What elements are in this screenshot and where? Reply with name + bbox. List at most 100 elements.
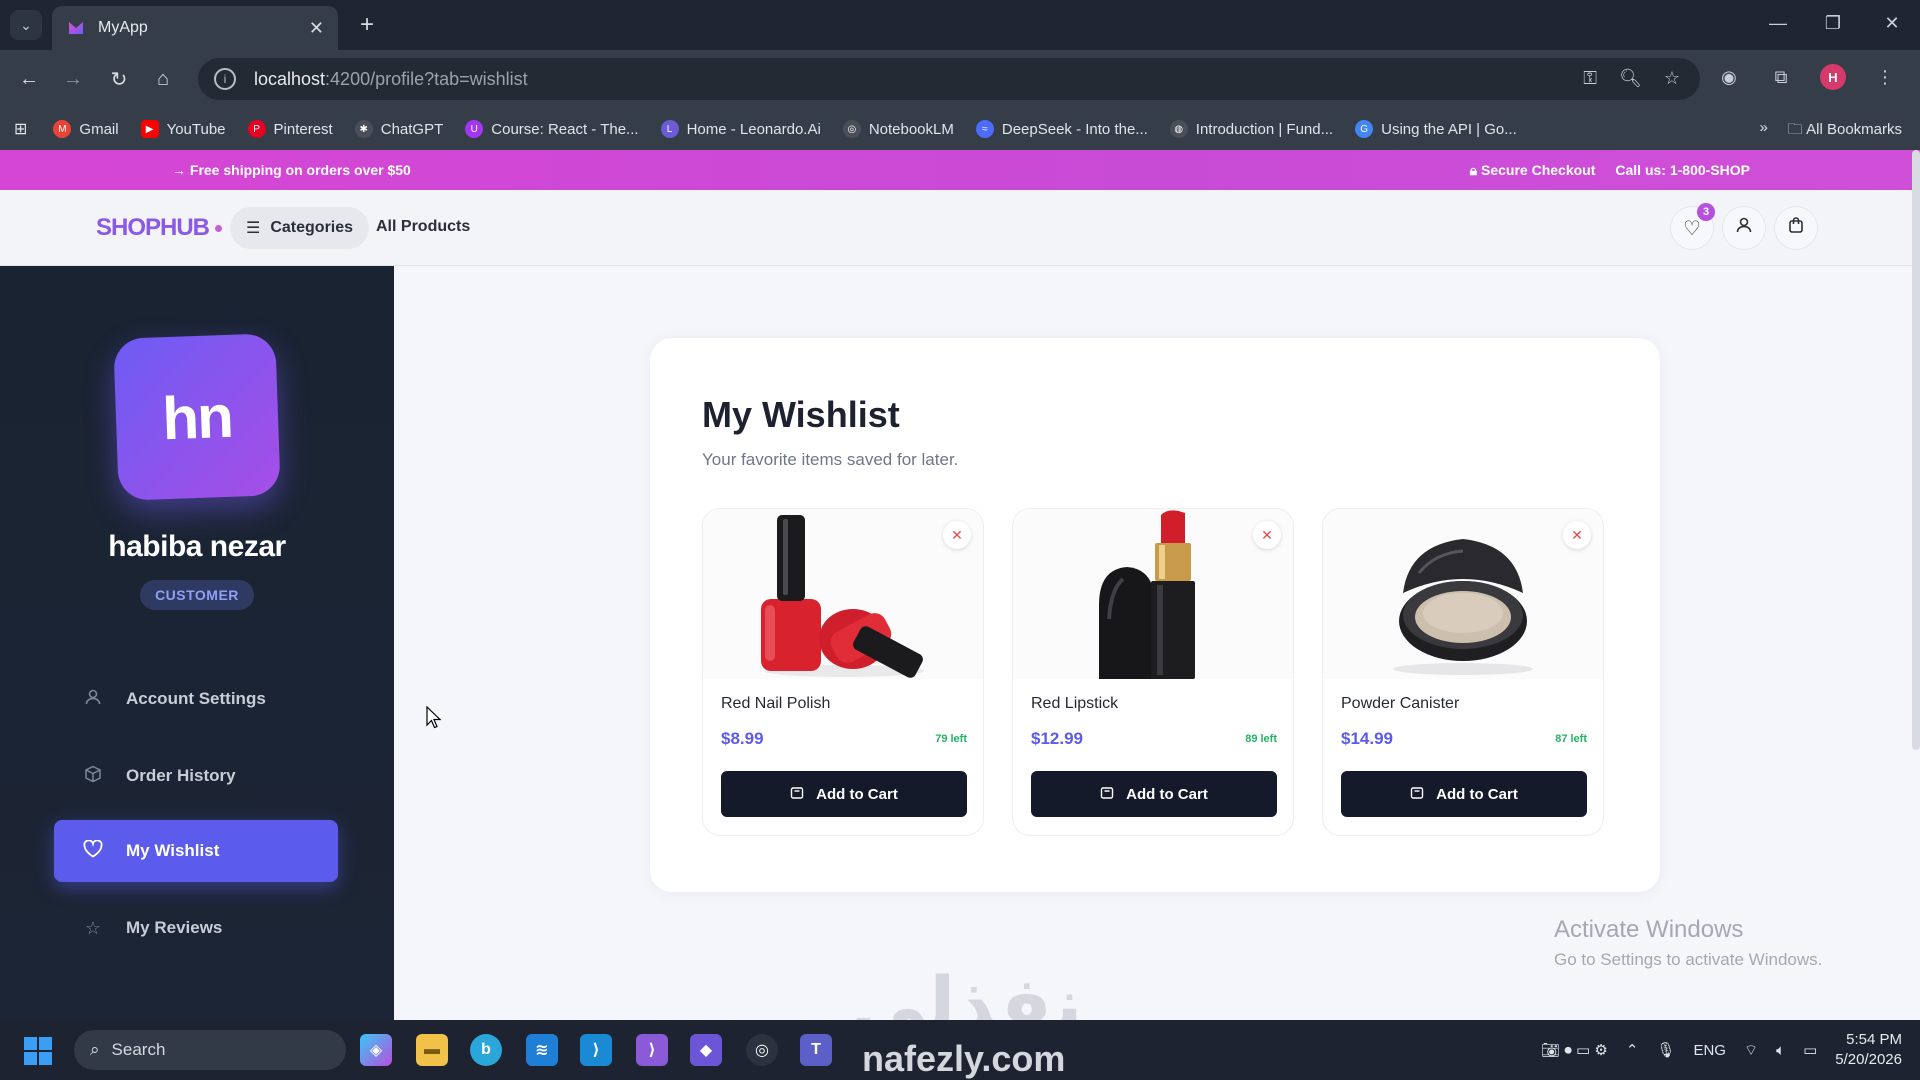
- apps-grid-icon[interactable]: ⊞: [14, 119, 27, 139]
- zoom-icon[interactable]: 🔍︎: [1619, 68, 1642, 89]
- wifi-icon[interactable]: ⌔: [1744, 1041, 1758, 1060]
- taskbar-search[interactable]: ⌕ Search: [74, 1030, 346, 1070]
- remove-from-wishlist-button[interactable]: ✕: [1563, 521, 1591, 549]
- bookmark-star-icon[interactable]: ☆: [1664, 68, 1680, 89]
- promo-bar: → Free shipping on orders over $50 🔒︎ Se…: [0, 150, 1920, 190]
- file-explorer-icon[interactable]: ▬: [416, 1034, 448, 1066]
- bookmark-gmail[interactable]: M Gmail: [53, 120, 119, 138]
- tab-title: MyApp: [98, 19, 148, 36]
- app-icon-stack[interactable]: ≋: [526, 1034, 558, 1066]
- wishlist-card[interactable]: ✕ Red Nail Polish $8.99 79 left Add to C…: [702, 508, 984, 836]
- product-image-powder[interactable]: [1323, 509, 1603, 679]
- clock-date: 5/20/2026: [1835, 1051, 1902, 1068]
- categories-button[interactable]: ☰ Categories: [230, 207, 370, 249]
- username: habiba nezar: [108, 530, 286, 563]
- wishlist-header-button[interactable]: ♡ 3: [1670, 203, 1715, 250]
- sidebar-item-account-settings[interactable]: Account Settings: [54, 668, 338, 730]
- page-scrollbar[interactable]: [1912, 150, 1920, 750]
- add-to-cart-button[interactable]: Add to Cart: [1341, 771, 1587, 817]
- bookmark-deepseek[interactable]: ≈ DeepSeek - Into the...: [975, 120, 1148, 138]
- user-icon: [82, 688, 104, 711]
- reload-icon[interactable]: ↻: [104, 64, 134, 94]
- add-to-cart-button[interactable]: Add to Cart: [1031, 771, 1277, 817]
- volume-icon[interactable]: 🔈︎: [1776, 1042, 1785, 1059]
- browser-tabstrip: ⌄ MyApp ✕ + — ❐ ✕: [0, 0, 1920, 50]
- tray-icons[interactable]: 📷︎ ⏺ ▭ ⚙: [1541, 1041, 1608, 1059]
- sidebar-item-my-wishlist[interactable]: My Wishlist: [54, 820, 338, 882]
- address-bar[interactable]: i localhost:4200/profile?tab=wishlist ⚿ …: [198, 58, 1700, 100]
- product-name[interactable]: Powder Canister: [1341, 695, 1459, 713]
- url-path: :4200/profile?tab=wishlist: [325, 68, 528, 89]
- cart-button[interactable]: [1774, 206, 1818, 250]
- forward-icon[interactable]: →: [58, 64, 88, 94]
- mic-icon[interactable]: 🎙︎: [1656, 1041, 1675, 1059]
- shophub-logo[interactable]: SHOPHUB: [96, 214, 223, 242]
- close-window-icon[interactable]: ✕: [1872, 8, 1912, 38]
- tab-search-button[interactable]: ⌄: [10, 10, 42, 40]
- copilot-icon[interactable]: ◈: [360, 1034, 392, 1066]
- tab-close-icon[interactable]: ✕: [309, 18, 324, 39]
- new-tab-button[interactable]: +: [352, 10, 382, 40]
- product-image-nail-polish[interactable]: [703, 509, 983, 679]
- wishlist-card[interactable]: ✕ Powder Canister $14.99 87 left Add to …: [1322, 508, 1604, 836]
- site-info-icon[interactable]: i: [214, 68, 236, 90]
- account-button[interactable]: [1722, 206, 1766, 250]
- home-icon[interactable]: ⌂: [148, 64, 178, 94]
- bookmark-pinterest[interactable]: P Pinterest: [247, 120, 333, 138]
- chrome-icon[interactable]: ◎: [746, 1034, 778, 1066]
- bookmark-leonardo[interactable]: L Home - Leonardo.Ai: [660, 120, 821, 138]
- bookmark-youtube[interactable]: ▶ YouTube: [140, 120, 226, 138]
- minimize-icon[interactable]: —: [1758, 8, 1798, 38]
- bookmark-course-react[interactable]: U Course: React - The...: [465, 120, 639, 138]
- battery-icon[interactable]: ▭: [1803, 1041, 1817, 1059]
- teams-icon[interactable]: T: [800, 1034, 832, 1066]
- user-icon: [1735, 216, 1753, 240]
- more-bookmarks-icon[interactable]: »: [1759, 119, 1767, 144]
- arrow-right-icon: →: [172, 162, 190, 178]
- sidebar-item-my-reviews[interactable]: ☆ My Reviews: [54, 897, 338, 959]
- deepseek-icon: ≈: [975, 120, 994, 138]
- secure-checkout: 🔒︎ Secure Checkout: [1469, 162, 1596, 178]
- product-image-lipstick[interactable]: [1013, 509, 1293, 679]
- browser-menu-icon[interactable]: ⋮: [1872, 64, 1898, 90]
- chevron-up-icon[interactable]: ⌃: [1626, 1041, 1639, 1059]
- bookmark-chatgpt[interactable]: ✱ ChatGPT: [354, 120, 443, 138]
- product-name[interactable]: Red Nail Polish: [721, 695, 830, 713]
- extension-icon[interactable]: ◉: [1716, 64, 1742, 90]
- vscode-icon[interactable]: ⟩: [580, 1034, 612, 1066]
- back-icon[interactable]: ←: [14, 64, 44, 94]
- bookmark-notebooklm[interactable]: ◎ NotebookLM: [842, 120, 954, 138]
- remove-from-wishlist-button[interactable]: ✕: [1253, 521, 1281, 549]
- windows-start-icon[interactable]: [24, 1037, 52, 1065]
- restore-icon[interactable]: ❐: [1813, 8, 1853, 38]
- wishlist-card[interactable]: ✕ Red Lipstick $12.99 89 left Add to Car…: [1012, 508, 1294, 836]
- password-key-icon[interactable]: ⚿: [1583, 68, 1597, 89]
- wishlist-panel: My Wishlist Your favorite items saved fo…: [650, 338, 1660, 892]
- stock-count: 87 left: [1555, 733, 1587, 745]
- browser-tab[interactable]: MyApp ✕: [52, 6, 338, 50]
- taskbar-clock[interactable]: 5:54 PM 5/20/2026: [1835, 1030, 1902, 1070]
- all-products-link[interactable]: All Products: [376, 218, 470, 236]
- visual-studio-icon[interactable]: ⟩: [636, 1034, 668, 1066]
- chatgpt-icon: ✱: [354, 120, 373, 138]
- cart-icon: [1100, 785, 1114, 803]
- lock-icon: 🔒︎: [1469, 162, 1482, 178]
- add-to-cart-button[interactable]: Add to Cart: [721, 771, 967, 817]
- product-name[interactable]: Red Lipstick: [1031, 695, 1118, 713]
- extensions-puzzle-icon[interactable]: ⧉: [1768, 64, 1794, 90]
- product-price: $12.99: [1031, 729, 1083, 748]
- bookmark-introduction[interactable]: ◍ Introduction | Fund...: [1169, 120, 1333, 138]
- remove-from-wishlist-button[interactable]: ✕: [943, 521, 971, 549]
- page-title: My Wishlist: [702, 394, 900, 435]
- bookmark-using-api[interactable]: G Using the API | Go...: [1355, 120, 1517, 138]
- language-indicator[interactable]: ENG: [1693, 1042, 1726, 1059]
- udemy-icon: U: [465, 120, 484, 138]
- profile-avatar[interactable]: H: [1820, 64, 1846, 90]
- mouse-cursor-icon: [426, 706, 442, 729]
- app-icon-b[interactable]: b: [470, 1034, 502, 1066]
- watermark-site: nafezly.com: [862, 1038, 1066, 1079]
- app-icon-obsidian[interactable]: ◆: [690, 1034, 722, 1066]
- bookmarks-bar: ⊞ M Gmail ▶ YouTube P Pinterest ✱ ChatGPT UC…: [0, 108, 1920, 150]
- all-bookmarks[interactable]: 🗀︎ All Bookmarks: [1788, 119, 1902, 144]
- sidebar-item-order-history[interactable]: Order History: [54, 745, 338, 807]
